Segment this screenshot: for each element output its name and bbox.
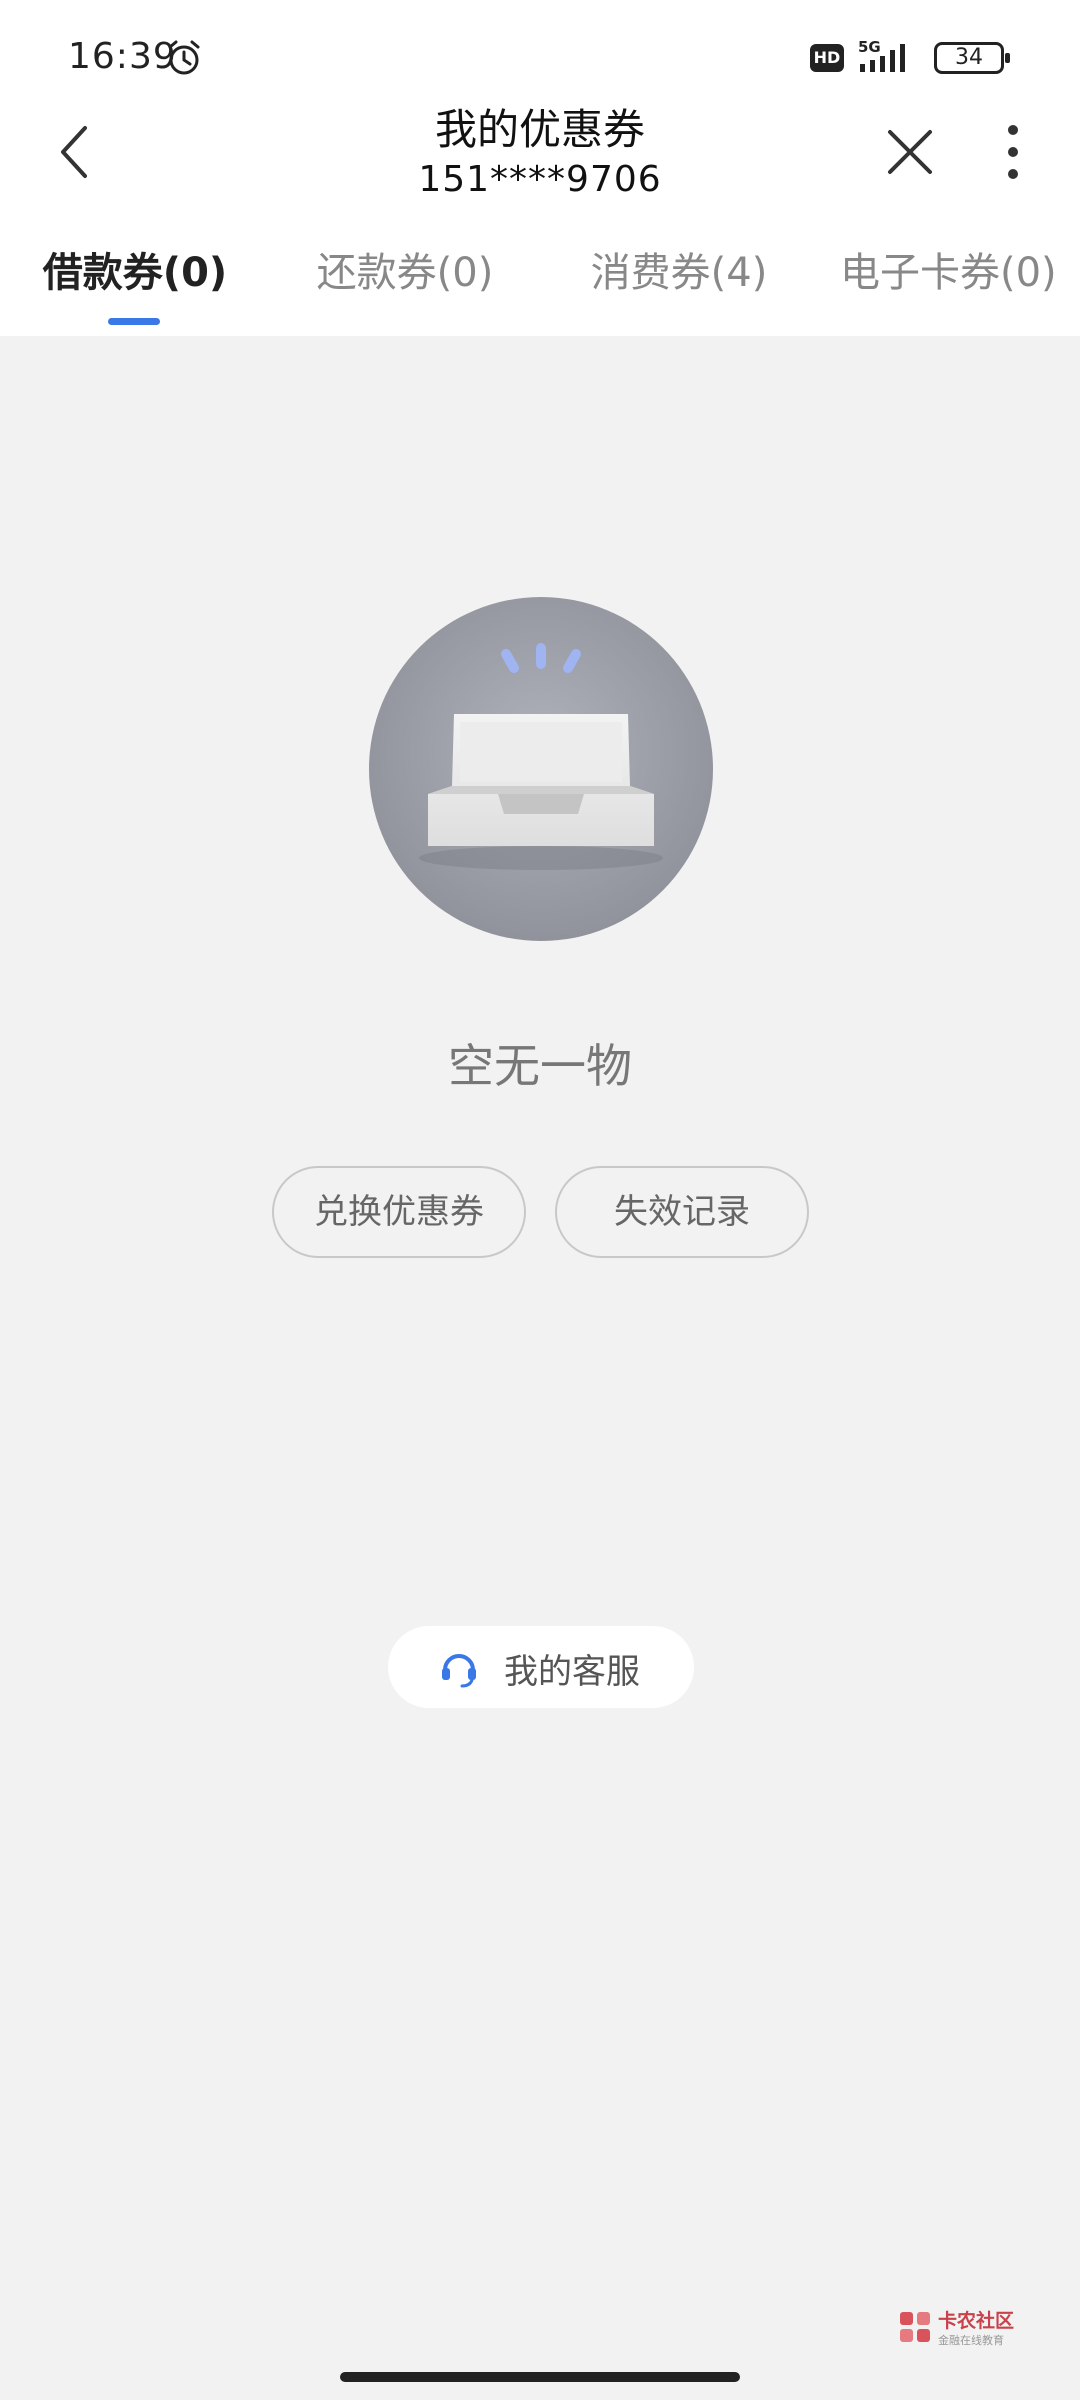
title-bar: 我的优惠券 151****9706 <box>0 100 1080 210</box>
back-chevron-icon <box>61 126 87 178</box>
customer-service-button[interactable]: 我的客服 <box>388 1626 694 1708</box>
empty-inbox-tray-icon <box>369 597 713 941</box>
coupon-page: 16:39 HD 5G 34 我的优惠券 151****9706 借款券(0) … <box>0 0 1080 2400</box>
alarm-icon <box>168 40 200 75</box>
tab-loan-coupons[interactable]: 借款券(0) <box>42 240 228 320</box>
title-block: 我的优惠券 151****9706 <box>240 100 840 202</box>
watermark-tagline: 金融在线教育 <box>938 2334 1004 2347</box>
watermark-logo-icon <box>900 2312 930 2342</box>
gesture-navigation-bar[interactable] <box>340 2372 740 2382</box>
coupon-tabs: 借款券(0) 还款券(0) 消费券(4) 电子卡券(0) <box>0 210 1080 336</box>
close-icon <box>888 130 932 174</box>
back-button[interactable] <box>44 116 104 188</box>
expired-records-button[interactable]: 失效记录 <box>555 1166 809 1258</box>
status-bar: 16:39 HD 5G 34 <box>0 0 1080 100</box>
tab-e-card-coupons[interactable]: 电子卡券(0) <box>840 240 1057 320</box>
signal-icon <box>860 44 905 72</box>
battery-icon: 34 <box>934 42 1010 74</box>
customer-service-label: 我的客服 <box>504 1652 640 1692</box>
headset-icon <box>442 1654 476 1688</box>
account-number: 151****9706 <box>418 159 662 200</box>
empty-state-message: 空无一物 <box>448 1039 632 1093</box>
hd-badge: HD <box>810 44 844 72</box>
redeem-coupon-button[interactable]: 兑换优惠券 <box>272 1166 526 1258</box>
tab-repayment-coupons[interactable]: 还款券(0) <box>312 240 498 320</box>
status-time: 16:39 <box>68 36 177 77</box>
more-vertical-icon <box>1008 125 1018 179</box>
tab-consumption-coupons[interactable]: 消费券(4) <box>586 240 772 320</box>
watermark: 卡农社区 金融在线教育 <box>898 2306 1018 2350</box>
active-tab-indicator <box>108 318 160 325</box>
more-options-button[interactable] <box>990 116 1036 188</box>
watermark-name: 卡农社区 <box>938 2310 1015 2332</box>
page-title: 我的优惠券 <box>434 105 645 154</box>
close-button[interactable] <box>880 116 940 188</box>
